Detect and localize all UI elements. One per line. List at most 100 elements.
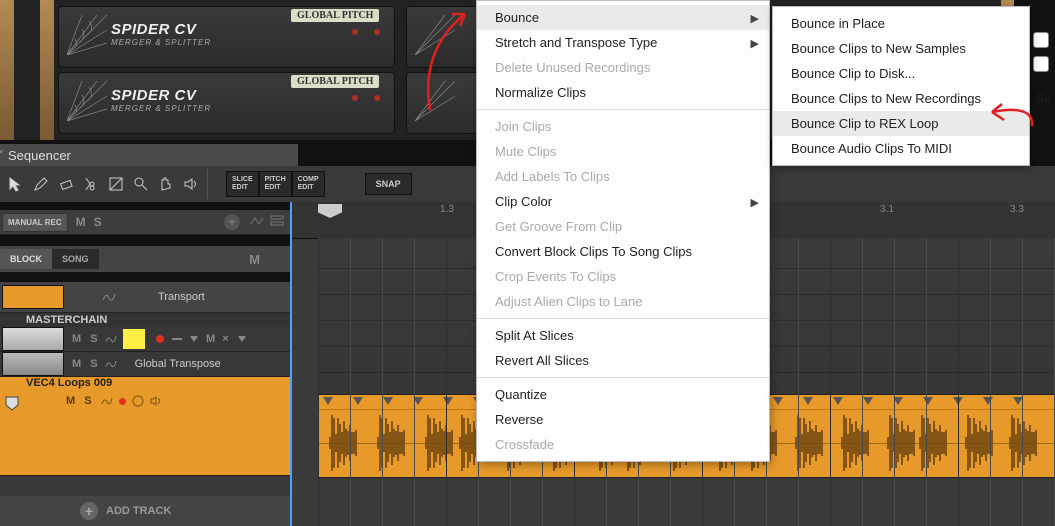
track-thumbnail: [2, 285, 64, 309]
side-label: Su: [1036, 92, 1051, 106]
global-pitch-label: GLOBAL PITCH: [291, 75, 379, 88]
pointer-tool-icon[interactable]: [8, 176, 24, 192]
sequencer-title-bar: × Sequencer: [0, 144, 298, 167]
menu-item-add-labels: Add Labels To Clips: [477, 164, 769, 189]
submenu-item-bounce-new-recordings[interactable]: Bounce Clips to New Recordings: [773, 86, 1029, 111]
checkbox-2[interactable]: [1033, 56, 1049, 72]
track-header-row: MANUAL REC M S +: [0, 210, 290, 235]
track-ms-buttons[interactable]: M S: [72, 358, 101, 370]
submenu-item-bounce-in-place[interactable]: Bounce in Place: [773, 11, 1029, 36]
spiderweb-icon: [415, 15, 455, 55]
menu-item-join: Join Clips: [477, 114, 769, 139]
menu-item-mute: Mute Clips: [477, 139, 769, 164]
menu-item-reverse[interactable]: Reverse: [477, 407, 769, 432]
submenu-item-bounce-to-midi[interactable]: Bounce Audio Clips To MIDI: [773, 136, 1029, 161]
rack-rail-left-2: [40, 0, 54, 140]
transport-track[interactable]: Transport: [0, 282, 290, 313]
expand-icon[interactable]: [238, 336, 246, 342]
masterchain-track[interactable]: M S M ×: [0, 327, 290, 352]
comp-edit-button[interactable]: COMP EDIT: [292, 171, 325, 197]
global-mute-button[interactable]: M: [76, 215, 86, 229]
rack-rail-left: [0, 0, 14, 140]
menu-item-bounce[interactable]: Bounce▶: [477, 5, 769, 30]
menu-item-split-slices[interactable]: Split At Slices: [477, 323, 769, 348]
lanes-icon[interactable]: [270, 214, 284, 228]
menu-item-delete-unused: Delete Unused Recordings: [477, 55, 769, 80]
menu-item-stretch-transpose[interactable]: Stretch and Transpose Type▶: [477, 30, 769, 55]
global-transpose-track[interactable]: M S Global Transpose: [0, 352, 290, 377]
chevron-right-icon: ▶: [751, 12, 759, 25]
magnify-tool-icon[interactable]: [133, 176, 149, 192]
spiderweb-icon: [67, 81, 107, 121]
playhead[interactable]: [290, 202, 292, 526]
track-ms-buttons[interactable]: M S: [66, 395, 95, 407]
song-mode-button[interactable]: SONG: [52, 249, 99, 269]
add-track-label: ADD TRACK: [106, 505, 171, 517]
locator-left[interactable]: [318, 204, 342, 218]
spider-cv-device-2[interactable]: SPIDER CV MERGER & SPLITTER GLOBAL PITCH: [58, 72, 395, 134]
checkbox-1[interactable]: [1033, 32, 1049, 48]
loops-track-header[interactable]: VEC4 Loops 009: [0, 377, 290, 391]
submenu-item-bounce-new-samples[interactable]: Bounce Clips to New Samples: [773, 36, 1029, 61]
slice-edit-button[interactable]: SLICE EDIT: [226, 171, 259, 197]
clip-handle-icon[interactable]: [4, 395, 20, 411]
device-ports: [352, 29, 380, 35]
chevron-right-icon: ▶: [751, 196, 759, 209]
menu-separator: [477, 318, 769, 319]
dropdown-icon[interactable]: [190, 336, 198, 342]
automation-wave-icon: [105, 358, 117, 370]
record-arm-button[interactable]: [156, 335, 164, 343]
track-ms-buttons[interactable]: M S: [72, 333, 101, 345]
menu-item-adjust-alien: Adjust Alien Clips to Lane: [477, 289, 769, 314]
context-menu-main: Bounce▶ Stretch and Transpose Type▶ Dele…: [476, 0, 770, 462]
spiderweb-icon: [67, 15, 107, 55]
menu-item-convert-block[interactable]: Convert Block Clips To Song Clips: [477, 239, 769, 264]
device-label: SPIDER CV MERGER & SPLITTER: [111, 87, 211, 113]
spider-cv-device-1[interactable]: SPIDER CV MERGER & SPLITTER GLOBAL PITCH: [58, 6, 395, 68]
automation-wave-icon: [105, 333, 117, 345]
masterchain-header[interactable]: MASTERCHAIN: [0, 313, 290, 327]
track-header-label: VEC4 Loops 009: [26, 377, 112, 389]
speaker-icon[interactable]: [150, 395, 162, 407]
sequencer-title-label: Sequencer: [8, 148, 71, 163]
menu-separator: [477, 109, 769, 110]
pencil-tool-icon[interactable]: [33, 176, 49, 192]
selection-indicator: [123, 329, 145, 349]
eraser-tool-icon[interactable]: [58, 176, 74, 192]
menu-item-crossfade: Crossfade: [477, 432, 769, 457]
spiderweb-icon: [415, 81, 455, 121]
master-mute-button[interactable]: M: [249, 252, 260, 267]
ruler-number: 1.3: [440, 204, 454, 215]
submenu-item-bounce-to-disk[interactable]: Bounce Clip to Disk...: [773, 61, 1029, 86]
manual-rec-button[interactable]: MANUAL REC: [2, 213, 68, 232]
track-name-label: Global Transpose: [135, 358, 221, 370]
global-pitch-label: GLOBAL PITCH: [291, 9, 379, 22]
close-icon[interactable]: ×: [0, 147, 4, 158]
add-lane-button[interactable]: +: [224, 214, 240, 230]
device-label: SPIDER CV MERGER & SPLITTER: [111, 21, 211, 47]
menu-item-revert-slices[interactable]: Revert All Slices: [477, 348, 769, 373]
global-solo-button[interactable]: S: [94, 215, 102, 229]
plus-circle-icon: +: [80, 502, 98, 520]
record-arm-button[interactable]: [119, 398, 126, 405]
monitor-icon[interactable]: [132, 395, 144, 407]
toolbar-separator: [207, 169, 208, 199]
menu-item-normalize[interactable]: Normalize Clips: [477, 80, 769, 105]
speaker-tool-icon[interactable]: [183, 176, 199, 192]
track-thumbnail: [2, 352, 64, 376]
block-mode-button[interactable]: BLOCK: [0, 249, 52, 269]
ruler-number: 3.1: [880, 204, 894, 215]
hand-tool-icon[interactable]: [158, 176, 174, 192]
ruler-number: 3.3: [1010, 204, 1024, 215]
razor-tool-icon[interactable]: [83, 176, 99, 192]
submenu-item-bounce-rex-loop[interactable]: Bounce Clip to REX Loop: [773, 111, 1029, 136]
snap-button[interactable]: SNAP: [365, 173, 412, 195]
menu-item-clip-color[interactable]: Clip Color▶: [477, 189, 769, 214]
mute-tool-icon[interactable]: [108, 176, 124, 192]
automation-wave-icon: [102, 290, 116, 304]
automation-icon[interactable]: [250, 214, 264, 228]
track-mx-label: M ×: [206, 333, 231, 345]
pitch-edit-button[interactable]: PITCH EDIT: [259, 171, 292, 197]
loops-track[interactable]: M S: [0, 391, 290, 476]
menu-item-quantize[interactable]: Quantize: [477, 382, 769, 407]
